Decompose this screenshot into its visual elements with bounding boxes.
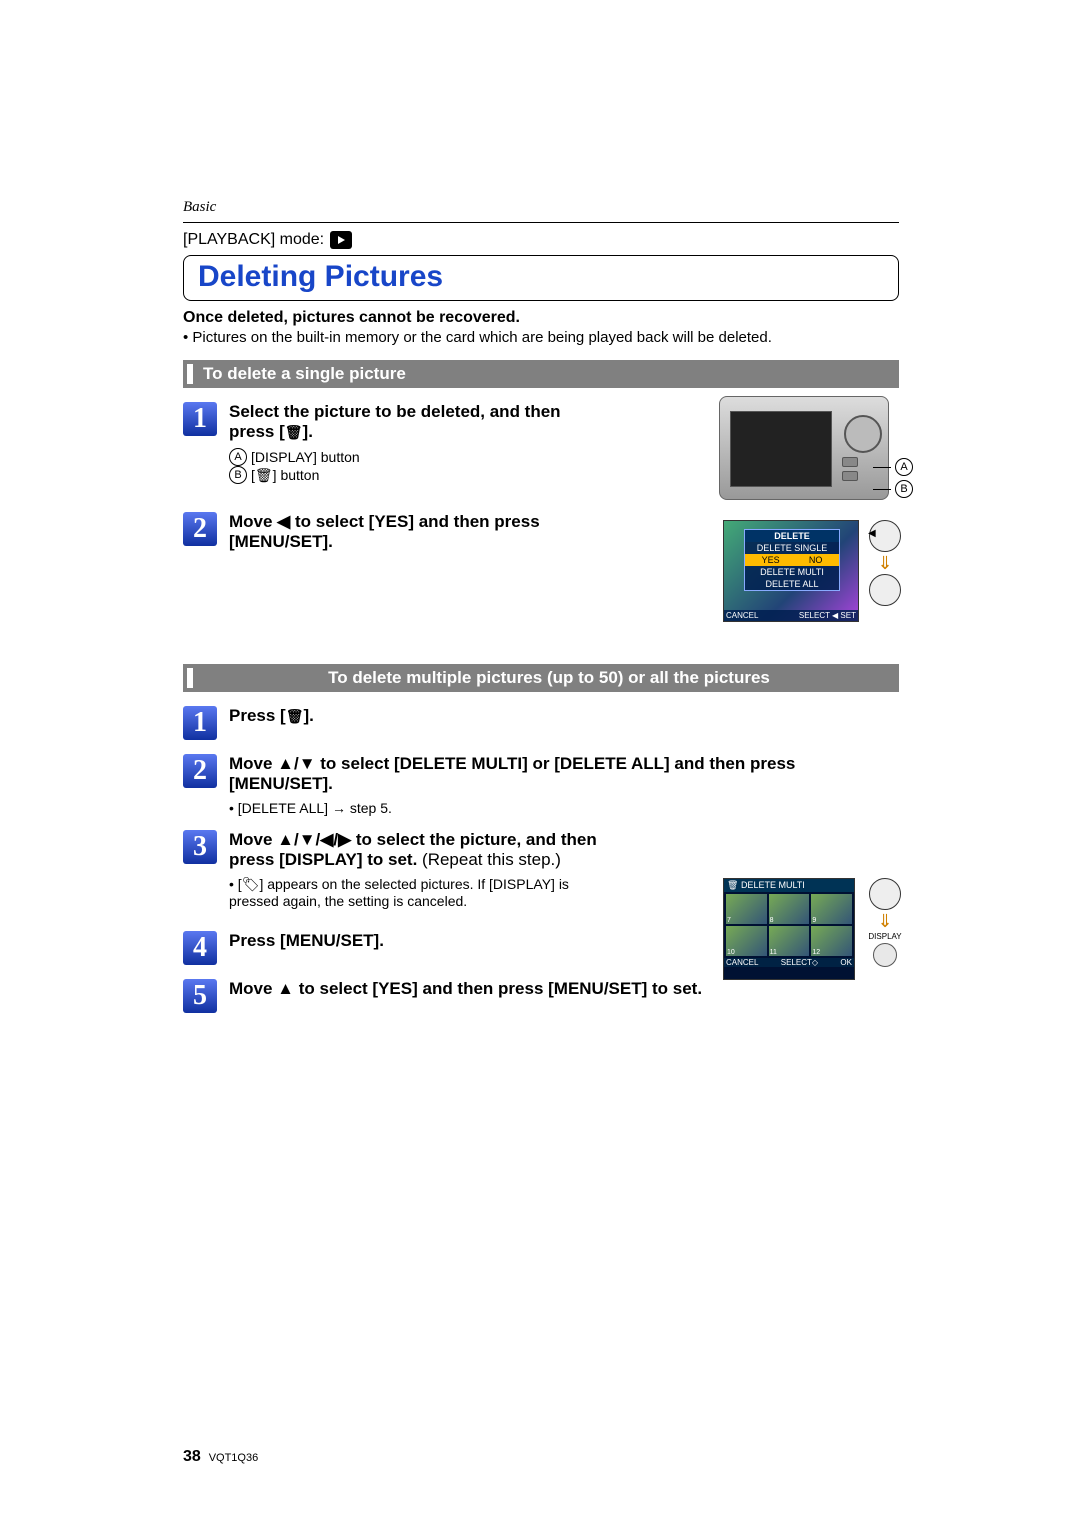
arrow-down-icon: ⇓ [865,554,905,572]
subheading-multi-label: To delete multiple pictures (up to 50) o… [187,668,895,688]
doc-id: VQT1Q36 [209,1452,259,1464]
trash-icon: 🗑 [285,425,303,439]
step-number-3: 3 [183,830,217,864]
step-number-1: 1 [183,706,217,740]
step-number-2: 2 [183,754,217,788]
camera-callout-a: A [873,458,913,476]
step-number-4: 4 [183,931,217,965]
title-bar: Deleting Pictures [183,255,899,301]
grid-cell: 12 [811,926,852,956]
grid-cell: 11 [769,926,810,956]
menu-item: DELETE SINGLE [745,542,839,554]
display-button-icon [873,943,897,967]
section-multi-delete: 1 Press [🗑]. 2 Move ▲/▼ to select [DELET… [183,706,899,1013]
grid-cell: 10 [726,926,767,956]
step-number-5: 5 [183,979,217,1013]
m-step1-instruction: Press [🗑]. [229,706,314,725]
delete-multi-screenshot: 🗑 DELETE MULTI 7 8 9 10 11 12 CANCEL SEL… [723,878,855,980]
subheading-single-label: To delete a single picture [187,364,895,384]
mark-icon: 🏷 [242,876,260,892]
m-step2-instruction: Move ▲/▼ to select [DELETE MULTI] or [DE… [229,754,795,793]
dpad-icon [869,878,901,910]
section-single-delete: 1 Select the picture to be deleted, and … [183,402,899,654]
m-step5-instruction: Move ▲ to select [YES] and then press [M… [229,979,702,998]
dpad-icon [869,520,901,552]
callout-b: B [🗑] button [229,466,609,484]
warning-text: Once deleted, pictures cannot be recover… [183,309,899,327]
playback-icon [330,231,352,249]
callout-b-label: [🗑] button [251,467,319,483]
menu-item: DELETE ALL [745,578,839,590]
camera-illustration: A B [719,396,899,500]
trash-icon: 🗑 [286,709,304,723]
m-step3-note: [🏷] appears on the selected pictures. If… [229,876,609,909]
m-step3-instruction: Move ▲/▼/◀/▶ to select the picture, and … [229,830,597,869]
page-footer: 38 VQT1Q36 [183,1448,258,1466]
step2-instruction: Move ◀ to select [YES] and then press [M… [229,512,540,551]
delete-menu-screenshot: DELETE DELETE SINGLE YESNO DELETE MULTI … [723,520,859,622]
direction-icons-2: ⇓ DISPLAY [865,878,905,967]
grid-footer: CANCEL SELECT◇ OK [724,958,854,967]
step-number-2: 2 [183,512,217,546]
callout-a: A [DISPLAY] button [229,448,609,466]
circled-a-icon: A [229,448,247,466]
step-number-1: 1 [183,402,217,436]
step1-instruction: Select the picture to be deleted, and th… [229,402,561,441]
menu-header: DELETE [745,530,839,542]
menuset-icon [869,574,901,606]
display-label: DISPLAY [865,932,905,941]
trash-icon: 🗑 [255,468,273,482]
menu-item: DELETE MULTI [745,566,839,578]
m-step2-note: [DELETE ALL] → step 5. [229,800,899,816]
callout-a-label: [DISPLAY] button [251,449,360,465]
menu-item-selected: YESNO [745,554,839,566]
arrow-down-icon: ⇓ [865,912,905,930]
subheading-single: To delete a single picture [183,360,899,388]
playback-mode-line: [PLAYBACK] mode: [183,231,899,249]
page-title: Deleting Pictures [198,260,884,294]
divider [183,222,899,223]
circled-b-icon: B [229,466,247,484]
m-step4-instruction: Press [MENU/SET]. [229,931,384,950]
m-step-5: 5 Move ▲ to select [YES] and then press … [183,979,899,1013]
grid-cell: 9 [811,894,852,924]
playback-mode-label: [PLAYBACK] mode: [183,231,324,249]
menu-footer: CANCELSELECT ◀ SET [724,610,858,621]
m-step-2: 2 Move ▲/▼ to select [DELETE MULTI] or [… [183,754,899,816]
subheading-multi: To delete multiple pictures (up to 50) o… [183,664,899,692]
note-text: Pictures on the built-in memory or the c… [183,329,899,346]
grid-header: 🗑 DELETE MULTI [724,879,854,892]
grid-cell: 8 [769,894,810,924]
direction-icons: ⇓ [865,520,905,606]
page-number: 38 [183,1448,201,1465]
m-step-1: 1 Press [🗑]. [183,706,899,740]
grid-cell: 7 [726,894,767,924]
camera-callout-b: B [873,480,913,498]
section-tag: Basic [183,199,899,216]
